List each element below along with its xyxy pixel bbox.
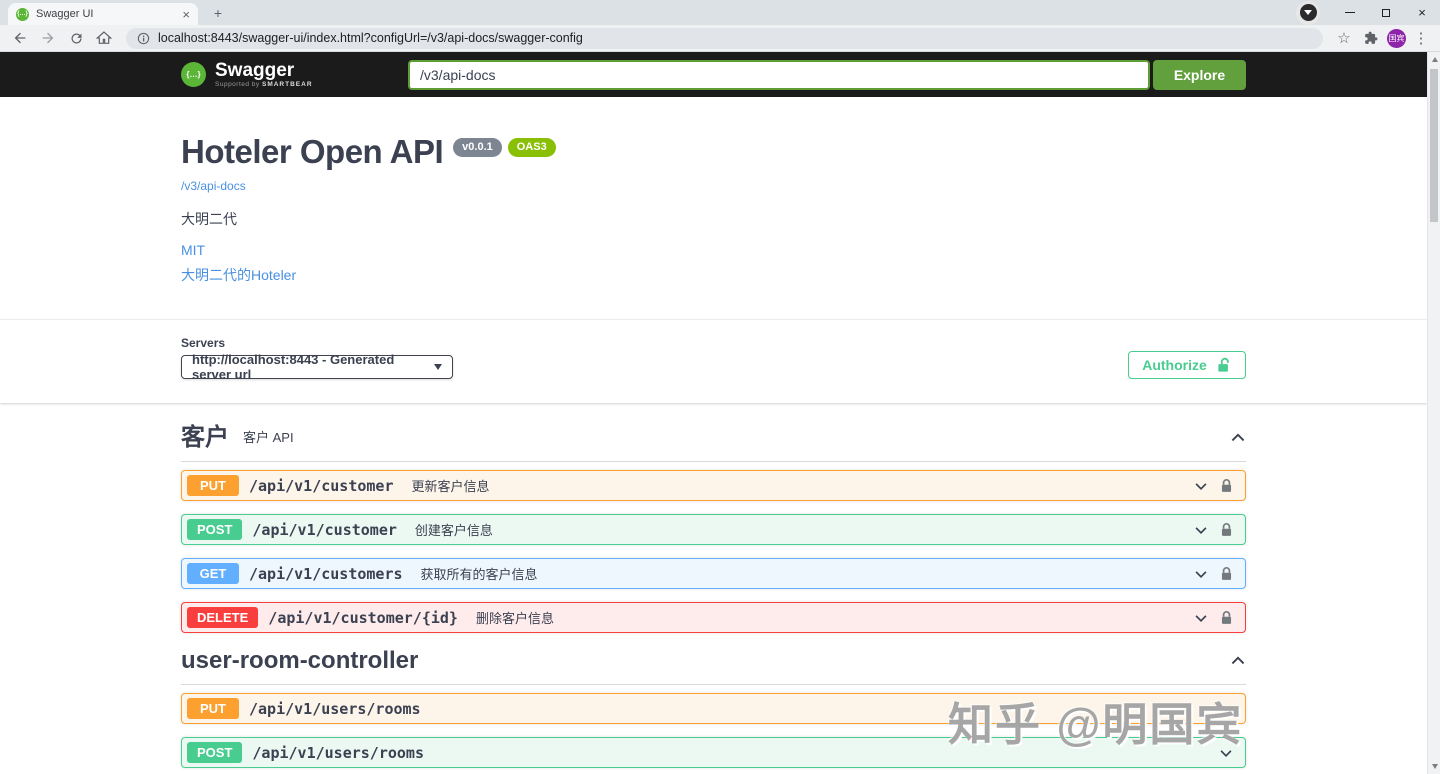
browser-titlebar: {…} Swagger UI × + × bbox=[0, 0, 1440, 25]
tab-title: Swagger UI bbox=[36, 8, 175, 20]
scroll-down-arrow-icon[interactable] bbox=[1428, 759, 1440, 774]
minimize-button[interactable] bbox=[1332, 0, 1368, 25]
media-controls-button[interactable] bbox=[1296, 1, 1320, 25]
spec-url-input[interactable] bbox=[408, 60, 1150, 90]
logo-text: Swagger bbox=[215, 61, 313, 81]
chevron-up-icon[interactable] bbox=[1230, 430, 1246, 446]
chevron-down-icon[interactable] bbox=[1194, 523, 1208, 537]
endpoint-row[interactable]: POST /api/v1/customer 创建客户信息 bbox=[181, 514, 1246, 545]
servers-label: Servers bbox=[181, 336, 453, 350]
scrollbar-thumb[interactable] bbox=[1430, 69, 1438, 222]
scroll-up-arrow-icon[interactable] bbox=[1428, 52, 1440, 67]
chevron-down-icon bbox=[434, 364, 442, 370]
back-button[interactable] bbox=[8, 26, 32, 50]
chevron-down-icon[interactable] bbox=[1219, 702, 1233, 716]
endpoint-description: 删除客户信息 bbox=[476, 608, 554, 627]
swagger-topbar: {…} Swagger Supported by SMARTBEAR Explo… bbox=[0, 52, 1427, 97]
tag-header-user-room-controller[interactable]: user-room-controller bbox=[181, 646, 1246, 685]
tag-title: user-room-controller bbox=[181, 646, 418, 676]
restore-button[interactable] bbox=[1368, 0, 1404, 25]
browser-toolbar: localhost:8443/swagger-ui/index.html?con… bbox=[0, 25, 1440, 52]
info-section: Hoteler Open API v0.0.1 OAS3 /v3/api-doc… bbox=[181, 97, 1246, 285]
explore-button[interactable]: Explore bbox=[1153, 60, 1246, 90]
swagger-page: Hoteler Open API v0.0.1 OAS3 /v3/api-doc… bbox=[0, 97, 1427, 774]
oas3-badge: OAS3 bbox=[508, 138, 556, 157]
external-docs-link[interactable]: 大明二代的Hoteler bbox=[181, 265, 1246, 285]
method-badge: GET bbox=[187, 563, 239, 584]
swagger-logo[interactable]: {…} Swagger Supported by SMARTBEAR bbox=[181, 61, 313, 88]
lock-icon[interactable] bbox=[1220, 478, 1233, 494]
browser-menu-icon[interactable]: ⋮ bbox=[1410, 29, 1432, 47]
method-badge: POST bbox=[187, 742, 242, 763]
endpoint-path: /api/v1/customer/{id} bbox=[268, 609, 458, 627]
endpoint-row[interactable]: DELETE /api/v1/customer/{id} 删除客户信息 bbox=[181, 602, 1246, 633]
method-badge: DELETE bbox=[187, 607, 258, 628]
forward-button[interactable] bbox=[36, 26, 60, 50]
tag-header-customer[interactable]: 客户 客户 API bbox=[181, 423, 1246, 462]
servers-block: Servers http://localhost:8443 - Generate… bbox=[181, 336, 453, 379]
endpoint-row[interactable]: POST /api/v1/users/rooms bbox=[181, 737, 1246, 768]
endpoint-description: 获取所有的客户信息 bbox=[421, 564, 538, 583]
media-chevron-icon bbox=[1300, 4, 1317, 21]
authorize-button[interactable]: Authorize bbox=[1128, 351, 1246, 379]
scheme-container: Servers http://localhost:8443 - Generate… bbox=[0, 319, 1427, 403]
window-controls: × bbox=[1296, 0, 1440, 25]
swagger-logo-icon: {…} bbox=[181, 62, 206, 87]
endpoint-path: /api/v1/users/rooms bbox=[249, 700, 421, 718]
chevron-up-icon[interactable] bbox=[1230, 653, 1246, 669]
version-badge: v0.0.1 bbox=[453, 138, 502, 157]
lock-icon[interactable] bbox=[1220, 610, 1233, 626]
tag-subtitle: 客户 API bbox=[243, 423, 294, 453]
tag-title: 客户 bbox=[181, 423, 229, 453]
extensions-puzzle-icon[interactable] bbox=[1359, 26, 1383, 50]
logo-tagline: Supported by SMARTBEAR bbox=[215, 81, 313, 88]
server-select[interactable]: http://localhost:8443 - Generated server… bbox=[181, 355, 453, 379]
server-selected-option: http://localhost:8443 - Generated server… bbox=[192, 352, 426, 382]
new-tab-button[interactable]: + bbox=[207, 4, 229, 22]
reload-button[interactable] bbox=[64, 26, 88, 50]
endpoint-description: 创建客户信息 bbox=[415, 520, 493, 539]
endpoint-path: /api/v1/users/rooms bbox=[252, 744, 424, 762]
endpoint-path: /api/v1/customers bbox=[249, 565, 403, 583]
browser-tab[interactable]: {…} Swagger UI × bbox=[8, 3, 198, 25]
profile-avatar[interactable]: 国宾 bbox=[1387, 29, 1406, 48]
chevron-down-icon[interactable] bbox=[1194, 479, 1208, 493]
close-button[interactable]: × bbox=[1404, 0, 1440, 25]
swagger-favicon-icon: {…} bbox=[16, 8, 29, 21]
endpoint-description: 更新客户信息 bbox=[412, 476, 490, 495]
unlock-icon bbox=[1217, 357, 1232, 374]
spec-link[interactable]: /v3/api-docs bbox=[181, 179, 246, 193]
license-link[interactable]: MIT bbox=[181, 242, 1246, 258]
method-badge: PUT bbox=[187, 475, 239, 496]
api-description: 大明二代 bbox=[181, 209, 1246, 229]
endpoint-row[interactable]: PUT /api/v1/users/rooms bbox=[181, 693, 1246, 724]
tab-close-icon[interactable]: × bbox=[182, 8, 190, 21]
url-text: localhost:8443/swagger-ui/index.html?con… bbox=[158, 31, 583, 45]
endpoint-path: /api/v1/customer bbox=[252, 521, 397, 539]
method-badge: PUT bbox=[187, 698, 239, 719]
lock-icon[interactable] bbox=[1220, 522, 1233, 538]
endpoint-path: /api/v1/customer bbox=[249, 477, 394, 495]
method-badge: POST bbox=[187, 519, 242, 540]
endpoint-row[interactable]: GET /api/v1/customers 获取所有的客户信息 bbox=[181, 558, 1246, 589]
endpoint-row[interactable]: PUT /api/v1/customer 更新客户信息 bbox=[181, 470, 1246, 501]
chevron-down-icon[interactable] bbox=[1219, 746, 1233, 760]
lock-icon[interactable] bbox=[1220, 566, 1233, 582]
api-title: Hoteler Open API bbox=[181, 133, 443, 171]
chevron-down-icon[interactable] bbox=[1194, 611, 1208, 625]
operations-section: 客户 客户 API PUT /api/v1/customer 更新客户信息 PO… bbox=[181, 403, 1246, 774]
home-button[interactable] bbox=[92, 26, 116, 50]
url-bar[interactable]: localhost:8443/swagger-ui/index.html?con… bbox=[126, 28, 1323, 49]
chevron-down-icon[interactable] bbox=[1194, 567, 1208, 581]
bookmark-star-icon[interactable]: ☆ bbox=[1333, 29, 1355, 47]
page-info-icon[interactable] bbox=[137, 32, 150, 45]
vertical-scrollbar[interactable] bbox=[1427, 52, 1440, 774]
